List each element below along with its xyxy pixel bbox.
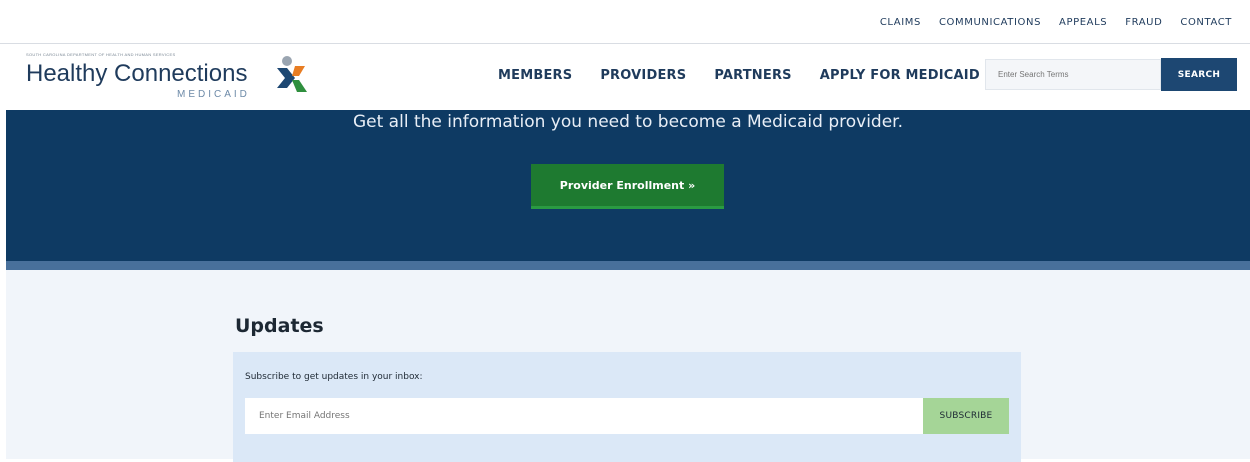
email-field[interactable] <box>245 398 923 434</box>
nav-apply-for-medicaid[interactable]: APPLY FOR MEDICAID <box>820 68 980 83</box>
hero-bottom-border <box>6 261 1250 270</box>
subscribe-box: Subscribe to get updates in your inbox: … <box>233 352 1021 462</box>
search-input[interactable] <box>985 59 1161 90</box>
nav-members[interactable]: MEMBERS <box>498 68 572 83</box>
provider-enrollment-button[interactable]: Provider Enrollment » <box>531 164 724 209</box>
subscribe-button[interactable]: SUBSCRIBE <box>923 398 1009 434</box>
updates-section: Updates Subscribe to get updates in your… <box>6 270 1250 462</box>
subscribe-label: Subscribe to get updates in your inbox: <box>245 372 423 382</box>
nav-partners[interactable]: PARTNERS <box>714 68 791 83</box>
search-button[interactable]: SEARCH <box>1161 58 1237 91</box>
logo-department-text: SOUTH CAROLINA DEPARTMENT OF HEALTH AND … <box>26 52 176 57</box>
updates-title: Updates <box>235 315 324 337</box>
site-header: SOUTH CAROLINA DEPARTMENT OF HEALTH AND … <box>0 44 1250 110</box>
hero-text: Get all the information you need to beco… <box>352 112 904 132</box>
utility-link-appeals[interactable]: APPEALS <box>1059 17 1107 28</box>
utility-link-fraud[interactable]: FRAUD <box>1125 17 1162 28</box>
utility-link-contact[interactable]: CONTACT <box>1180 17 1232 28</box>
logo-subtitle: MEDICAID <box>177 89 250 100</box>
site-logo[interactable]: SOUTH CAROLINA DEPARTMENT OF HEALTH AND … <box>20 50 310 106</box>
main-nav: MEMBERS PROVIDERS PARTNERS APPLY FOR MED… <box>498 68 1008 83</box>
utility-bar: CLAIMS COMMUNICATIONS APPEALS FRAUD CONT… <box>0 0 1250 44</box>
nav-providers[interactable]: PROVIDERS <box>600 68 686 83</box>
hero-banner: Get all the information you need to beco… <box>6 110 1250 266</box>
utility-link-claims[interactable]: CLAIMS <box>880 17 921 28</box>
logo-x-mark-icon <box>277 56 307 92</box>
utility-link-communications[interactable]: COMMUNICATIONS <box>939 17 1041 28</box>
utility-nav: CLAIMS COMMUNICATIONS APPEALS FRAUD CONT… <box>862 17 1232 28</box>
logo-name: Healthy Connections <box>26 60 248 87</box>
